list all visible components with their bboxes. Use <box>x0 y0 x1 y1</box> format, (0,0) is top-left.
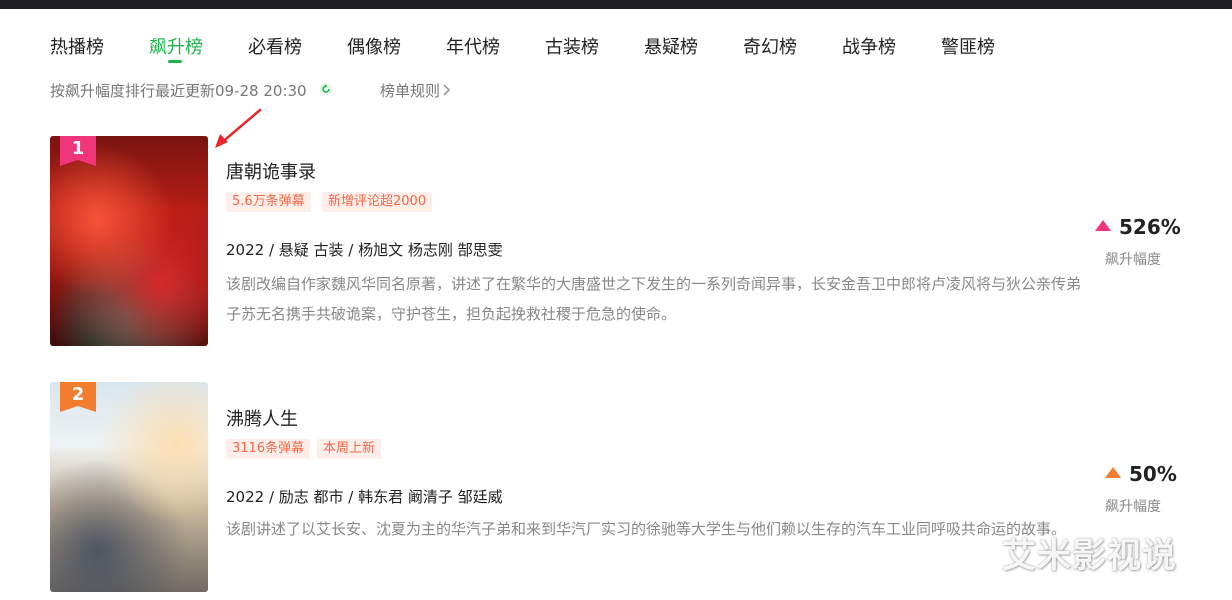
comment-tag: 新增评论超2000 <box>322 192 433 212</box>
top-bar <box>0 0 1232 9</box>
poster-image[interactable]: 2 <box>50 382 208 592</box>
tab-rising[interactable]: 飙升榜 <box>149 33 203 63</box>
rise-label: 飙升幅度 <box>1105 252 1161 268</box>
show-title[interactable]: 沸腾人生 <box>226 405 298 431</box>
rank-badge: 2 <box>60 382 96 412</box>
rank-badge: 1 <box>60 136 96 166</box>
rise-value: 526% <box>1095 215 1181 239</box>
tab-costume[interactable]: 古装榜 <box>545 33 599 59</box>
show-description: 该剧改编自作家魏风华同名原著，讲述了在繁华的大唐盛世之下发生的一系列奇闻异事，长… <box>226 275 1082 323</box>
tab-idol[interactable]: 偶像榜 <box>347 33 401 59</box>
rise-percent: 526% <box>1119 215 1181 239</box>
tab-fantasy[interactable]: 奇幻榜 <box>743 33 797 59</box>
tab-war[interactable]: 战争榜 <box>842 33 896 59</box>
new-this-week-tag: 本周上新 <box>317 439 382 459</box>
tab-hot[interactable]: 热播榜 <box>50 33 104 59</box>
up-triangle-icon <box>1095 220 1111 231</box>
tab-era[interactable]: 年代榜 <box>446 33 500 59</box>
chevron-right-icon <box>443 84 451 96</box>
show-title[interactable]: 唐朝诡事录 <box>226 158 316 184</box>
rise-percent: 50% <box>1129 462 1177 486</box>
rise-label: 飙升幅度 <box>1105 499 1161 515</box>
watermark: 艾米影视说 <box>1002 536 1177 576</box>
poster-image[interactable]: 1 <box>50 136 208 346</box>
tab-police[interactable]: 警匪榜 <box>941 33 995 59</box>
refresh-icon[interactable] <box>319 82 333 96</box>
rise-value: 50% <box>1105 462 1177 486</box>
sort-description: 按飙升幅度排行最近更新09-28 20:30 <box>50 82 307 100</box>
danmaku-count-tag: 5.6万条弹幕 <box>226 192 311 212</box>
tab-rising-label: 飙升榜 <box>149 37 203 58</box>
rank-rules-label: 榜单规则 <box>380 82 441 100</box>
show-description: 该剧讲述了以艾长安、沈夏为主的华汽子弟和来到华汽厂实习的徐驰等大学生与他们赖以生… <box>226 520 1067 538</box>
show-meta: 2022 / 励志 都市 / 韩东君 阚清子 邹廷威 <box>226 488 503 506</box>
danmaku-count-tag: 3116条弹幕 <box>226 439 311 459</box>
show-meta: 2022 / 悬疑 古装 / 杨旭文 杨志刚 郜思雯 <box>226 241 503 259</box>
tab-suspense[interactable]: 悬疑榜 <box>644 33 698 59</box>
tab-active-underline <box>168 60 182 63</box>
up-triangle-icon <box>1105 467 1121 478</box>
tab-must-watch[interactable]: 必看榜 <box>248 33 302 59</box>
rank-rules-link[interactable]: 榜单规则 <box>380 80 451 101</box>
annotation-arrow-icon <box>215 108 262 148</box>
